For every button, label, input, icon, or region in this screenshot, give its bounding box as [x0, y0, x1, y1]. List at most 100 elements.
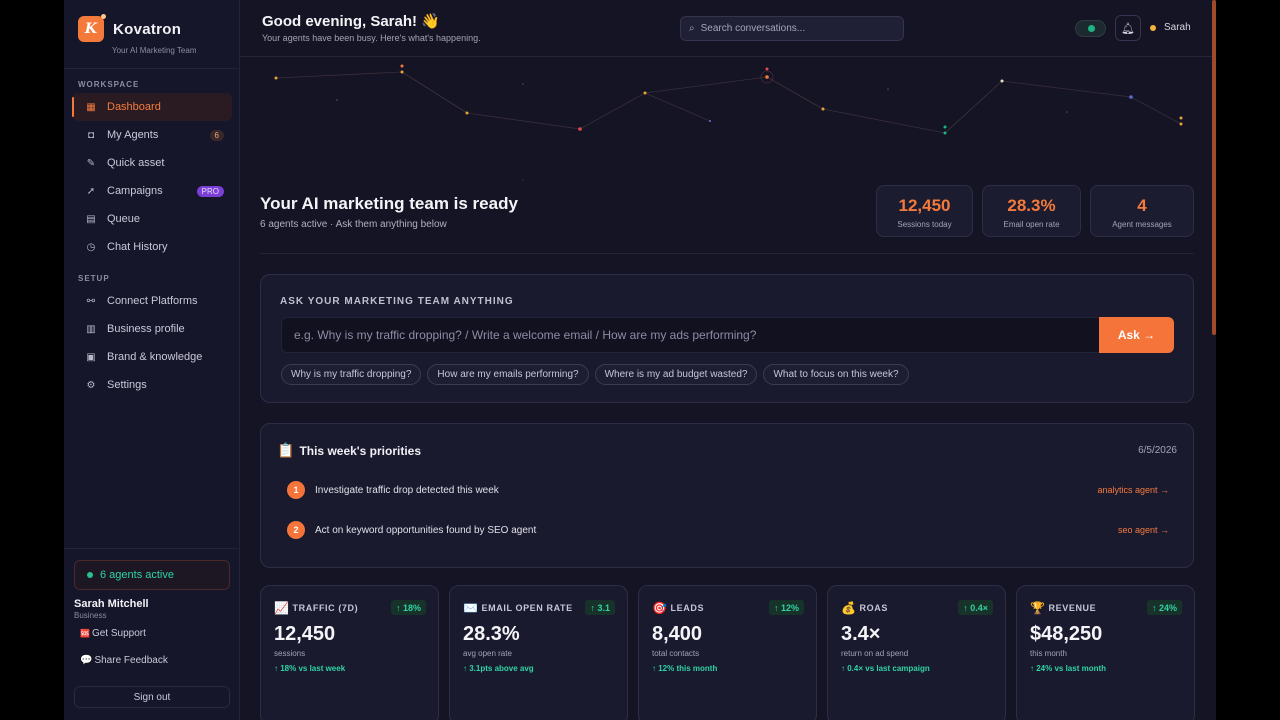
- stat-value: 28.3%: [1007, 196, 1056, 215]
- priority-agent-link[interactable]: seo agent →: [1118, 525, 1169, 535]
- sign-out-button[interactable]: Sign out: [74, 686, 230, 708]
- get-support-label: Get Support: [91, 628, 146, 639]
- ask-input-wrapper[interactable]: [281, 317, 1101, 353]
- metric-card-roas[interactable]: 💰 ROAS ↑ 0.4× 3.4× return on ad spend ↑ …: [827, 585, 1006, 720]
- sidebar-item-campaigns[interactable]: ➚ Campaigns PRO: [72, 177, 232, 205]
- section-label-workspace: WORKSPACE: [78, 80, 140, 89]
- metric-value: 28.3%: [463, 623, 520, 645]
- trophy-icon: 🏆: [1030, 601, 1046, 615]
- clipboard-icon: 📋: [277, 442, 295, 458]
- search-box[interactable]: ⌕: [680, 16, 904, 41]
- priority-text: Investigate traffic drop detected this w…: [315, 484, 499, 496]
- metric-card-traffic[interactable]: 📈 TRAFFIC (7D) ↑ 18% 12,450 sessions ↑ 1…: [260, 585, 439, 720]
- metric-card-leads[interactable]: 🎯 LEADS ↑ 12% 8,400 total contacts ↑ 12%…: [638, 585, 817, 720]
- metric-caption: avg open rate: [463, 649, 512, 658]
- stat-value: 12,450: [898, 196, 951, 215]
- sidebar-item-queue[interactable]: ▤ Queue: [72, 205, 232, 233]
- priority-item: 1 Investigate traffic drop detected this…: [287, 480, 1169, 500]
- sidebar-item-brand-knowledge[interactable]: ▣ Brand & knowledge: [72, 343, 232, 371]
- sidebar-item-label: Campaigns: [107, 185, 163, 197]
- gear-icon: ⚙: [86, 379, 96, 391]
- stat-label: Sessions today: [897, 220, 952, 229]
- share-feedback-link[interactable]: 💬 Share Feedback: [80, 655, 168, 666]
- get-support-link[interactable]: 🆘 Get Support: [80, 628, 146, 639]
- bell-icon: 🔔︎: [1121, 22, 1135, 35]
- stat-value: 4: [1137, 196, 1147, 215]
- metric-value: 12,450: [274, 623, 336, 645]
- stat-label: Agent messages: [1112, 220, 1172, 229]
- scrollbar-thumb[interactable]: [1212, 0, 1216, 335]
- stat-sessions-today: 12,450 Sessions today: [876, 185, 973, 237]
- sidebar-item-quick-asset[interactable]: ✎ Quick asset: [72, 149, 232, 177]
- metric-delta: ↑ 18% vs last week: [274, 664, 346, 673]
- metric-delta: ↑ 3.1pts above avg: [463, 664, 534, 673]
- sidebar-item-label: Connect Platforms: [107, 295, 198, 307]
- hero-subtitle: 6 agents active · Ask them anything belo…: [260, 219, 447, 230]
- priority-text: Act on keyword opportunities found by SE…: [315, 524, 537, 536]
- metric-card-revenue[interactable]: 🏆 REVENUE ↑ 24% $48,250 this month ↑ 24%…: [1016, 585, 1195, 720]
- suggestion-chip[interactable]: What to focus on this week?: [763, 364, 909, 385]
- ask-button[interactable]: Ask →: [1099, 317, 1174, 353]
- status-toggle[interactable]: [1075, 20, 1106, 37]
- priority-agent-link[interactable]: analytics agent →: [1097, 485, 1169, 495]
- sidebar-item-label: Queue: [107, 213, 141, 225]
- metric-header: 🎯 LEADS: [652, 601, 704, 615]
- sidebar-item-connect-platforms[interactable]: ⚯ Connect Platforms: [72, 287, 232, 315]
- priority-item: 2 Act on keyword opportunities found by …: [287, 520, 1169, 540]
- metric-card-email-open-rate[interactable]: ✉️ EMAIL OPEN RATE ↑ 3.1 28.3% avg open …: [449, 585, 628, 720]
- suggestion-chip[interactable]: How are my emails performing?: [427, 364, 589, 385]
- metric-caption: this month: [1030, 649, 1067, 658]
- chart-up-icon: 📈: [274, 601, 290, 615]
- metric-caption: return on ad spend: [841, 649, 909, 658]
- agents-active-status[interactable]: 6 agents active: [74, 560, 230, 590]
- sidebar-item-dashboard[interactable]: ▦ Dashboard: [72, 93, 232, 121]
- metric-header: ✉️ EMAIL OPEN RATE: [463, 601, 573, 615]
- sidebar-item-settings[interactable]: ⚙ Settings: [72, 371, 232, 399]
- user-plan: Business: [74, 611, 107, 620]
- sidebar-item-chat-history[interactable]: ◷ Chat History: [72, 233, 232, 261]
- sidebar-item-label: Dashboard: [107, 101, 161, 113]
- greeting-title: Good evening, Sarah! 👋: [262, 13, 440, 30]
- notifications-button[interactable]: 🔔︎: [1115, 15, 1141, 41]
- metric-caption: sessions: [274, 649, 306, 658]
- hero-title: Your AI marketing team is ready: [260, 194, 518, 213]
- ask-input[interactable]: [294, 328, 1084, 342]
- link-icon: ⚯: [86, 295, 96, 307]
- metric-header: 📈 TRAFFIC (7D): [274, 601, 358, 615]
- metric-label: LEADS: [670, 603, 705, 613]
- sidebar-item-business-profile[interactable]: ▥ Business profile: [72, 315, 232, 343]
- stat-email-open-rate: 28.3% Email open rate: [982, 185, 1081, 237]
- sidebar-item-my-agents[interactable]: ◘ My Agents 6: [72, 121, 232, 149]
- history-icon: ◷: [86, 241, 96, 253]
- decorative-constellation-graphic: [274, 64, 1183, 181]
- brand-name: Kovatron: [113, 20, 182, 38]
- metric-caption: total contacts: [652, 649, 700, 658]
- rocket-icon: ➚: [86, 185, 96, 197]
- suggestion-chip[interactable]: Why is my traffic dropping?: [281, 364, 422, 385]
- metric-value: 3.4×: [841, 623, 881, 645]
- envelope-icon: ✉️: [463, 601, 479, 615]
- sos-icon: 🆘: [80, 629, 90, 638]
- metric-change-badge: ↑ 12%: [768, 600, 804, 615]
- metric-delta: ↑ 12% this month: [652, 664, 718, 673]
- user-menu[interactable]: Sarah: [1150, 22, 1191, 33]
- sidebar-item-label: Quick asset: [107, 157, 165, 169]
- suggestion-chip[interactable]: Where is my ad budget wasted?: [594, 364, 758, 385]
- divider: [64, 68, 240, 69]
- search-input[interactable]: [700, 23, 891, 34]
- priorities-title: 📋 This week's priorities: [277, 442, 421, 459]
- brand[interactable]: K Kovatron: [78, 14, 182, 42]
- sidebar-item-label: My Agents: [107, 129, 159, 141]
- sidebar: K Kovatron Your AI Marketing Team WORKSP…: [64, 0, 240, 720]
- brand-logo: K: [78, 14, 106, 42]
- search-icon: ⌕: [689, 23, 695, 34]
- ask-panel-label: ASK YOUR MARKETING TEAM ANYTHING: [280, 296, 514, 307]
- pro-badge: PRO: [196, 185, 224, 197]
- ask-panel: ASK YOUR MARKETING TEAM ANYTHING Ask → W…: [260, 274, 1194, 403]
- money-bag-icon: 💰: [841, 601, 857, 615]
- section-label-setup: SETUP: [78, 274, 110, 283]
- target-icon: 🎯: [652, 601, 668, 615]
- sidebar-item-label: Settings: [107, 379, 147, 391]
- book-icon: ▣: [86, 351, 96, 363]
- metric-header: 💰 ROAS: [841, 601, 888, 615]
